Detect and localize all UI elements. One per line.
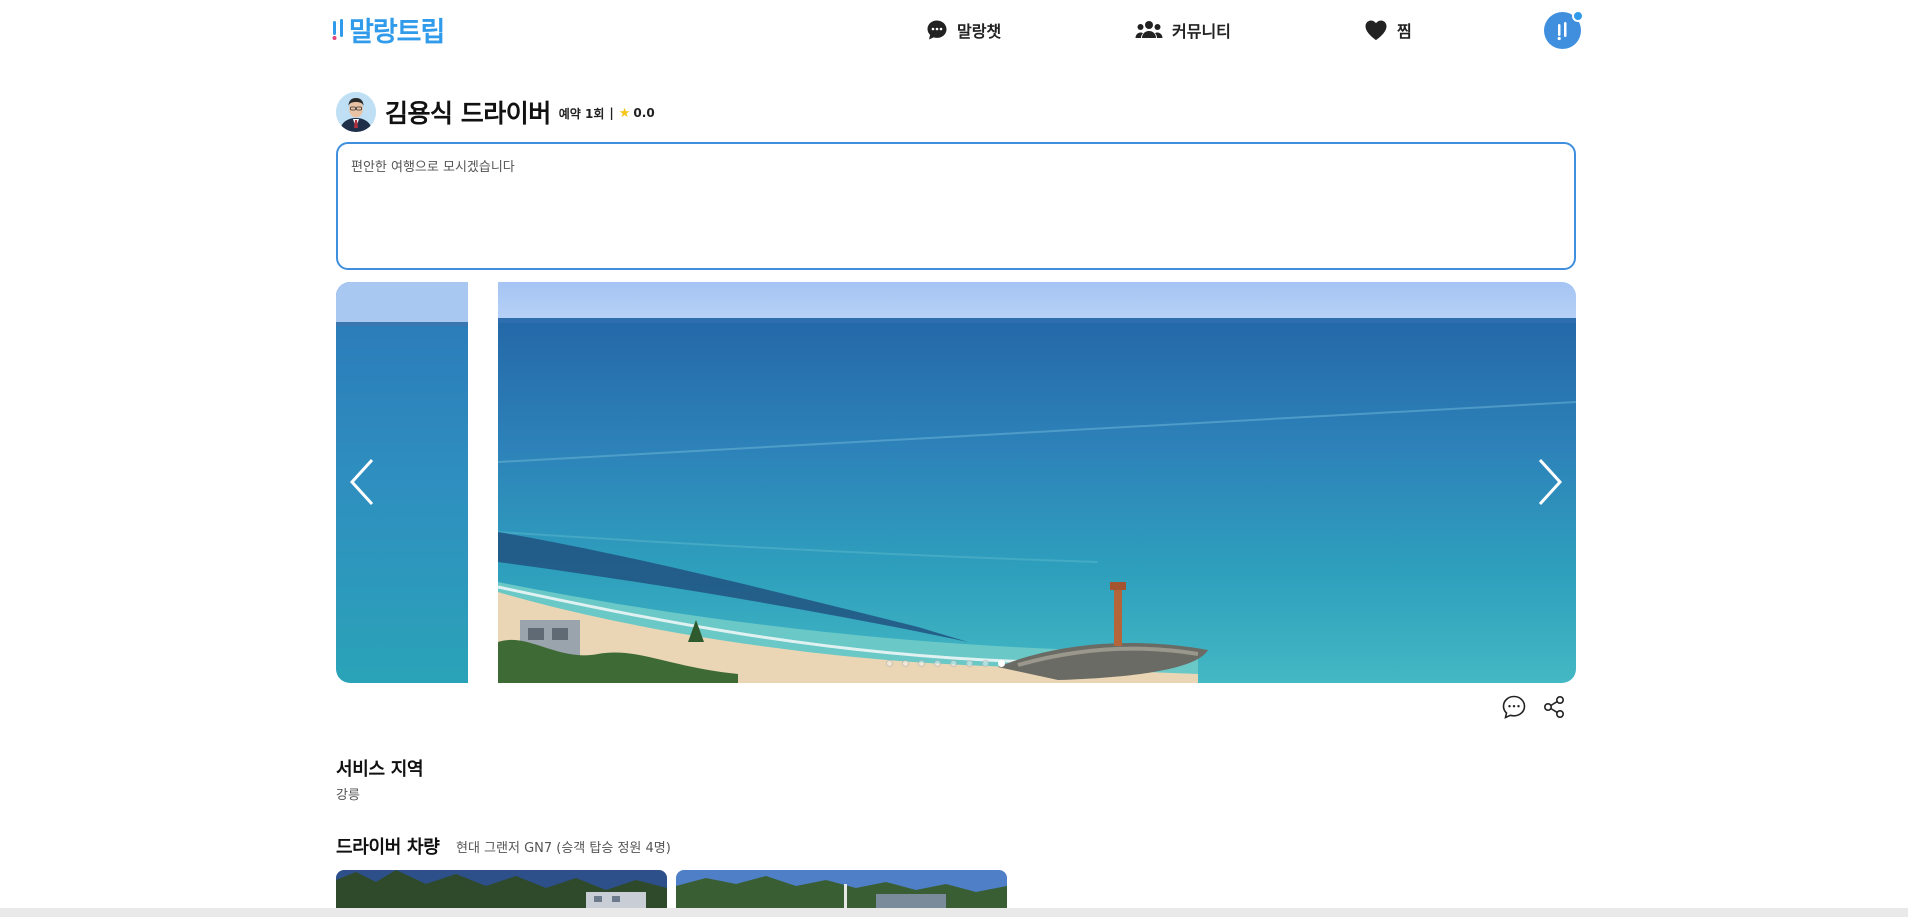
logo[interactable]: 말랑트립 — [330, 12, 445, 48]
logo-text: 말랑트립 — [349, 16, 445, 48]
nav-chat[interactable]: 말랑챗 — [926, 16, 1001, 44]
nav-community[interactable]: 커뮤니티 — [1135, 16, 1231, 44]
carousel-dot[interactable] — [886, 660, 893, 667]
header: 말랑트립 말랑챗 커뮤니티 찜 — [0, 0, 1908, 60]
reservation-count: 예약 1회 — [558, 106, 605, 121]
carousel-dot[interactable] — [902, 660, 909, 667]
nav-chat-label: 말랑챗 — [957, 22, 1002, 41]
driver-vehicle-description: 현대 그랜저 GN7 (승객 탑승 정원 4명) — [456, 841, 671, 856]
chevron-right-icon — [1538, 458, 1563, 506]
users-icon — [1135, 21, 1163, 38]
carousel-next-button[interactable] — [1530, 454, 1570, 510]
driver-name: 김용식 드라이버 — [385, 99, 551, 128]
profile-avatar-button[interactable] — [1544, 10, 1584, 49]
share-icon — [1543, 695, 1565, 719]
carousel-prev-button[interactable] — [342, 454, 382, 510]
nav-community-label: 커뮤니티 — [1172, 22, 1231, 41]
vehicle-photo[interactable] — [336, 870, 667, 908]
carousel-dot[interactable] — [966, 660, 973, 667]
driver-rating: 0.0 — [633, 106, 655, 120]
carousel-dot[interactable] — [934, 660, 941, 667]
service-region-value: 강릉 — [336, 788, 360, 803]
vehicle-photo[interactable] — [676, 870, 1007, 908]
star-icon: ★ — [618, 105, 631, 121]
driver-meta: 예약 1회 | ★ 0.0 — [559, 105, 655, 122]
heart-icon — [1365, 20, 1387, 40]
meta-separator: | — [609, 106, 614, 120]
carousel-pagination — [886, 660, 1005, 667]
driver-intro-field[interactable]: 편안한 여행으로 모시겠습니다 — [336, 142, 1576, 270]
carousel-dot[interactable] — [998, 660, 1005, 667]
chevron-left-icon — [349, 458, 374, 506]
nav-favorites-label: 찜 — [1397, 22, 1412, 41]
driver-vehicle-title: 드라이버 차량 — [336, 837, 440, 858]
chat-button[interactable] — [1501, 694, 1527, 720]
horizontal-scrollbar[interactable] — [0, 908, 1908, 917]
carousel-dot[interactable] — [950, 660, 957, 667]
driver-avatar — [336, 92, 376, 132]
driver-heading: 김용식 드라이버 예약 1회 | ★ 0.0 — [336, 92, 655, 132]
nav-favorites[interactable]: 찜 — [1364, 16, 1412, 44]
share-button[interactable] — [1541, 694, 1567, 720]
service-region-title: 서비스 지역 — [336, 759, 424, 780]
logo-mark-icon — [330, 15, 348, 43]
carousel-slide-current[interactable] — [498, 282, 1576, 683]
carousel-dot[interactable] — [982, 660, 989, 667]
chat-bubble-outline-icon — [1502, 695, 1526, 719]
notification-dot — [1572, 10, 1584, 22]
logo-mark-icon — [1557, 21, 1566, 40]
carousel-dot[interactable] — [918, 660, 925, 667]
chat-bubble-icon — [927, 20, 947, 40]
photo-carousel[interactable] — [336, 282, 1576, 683]
